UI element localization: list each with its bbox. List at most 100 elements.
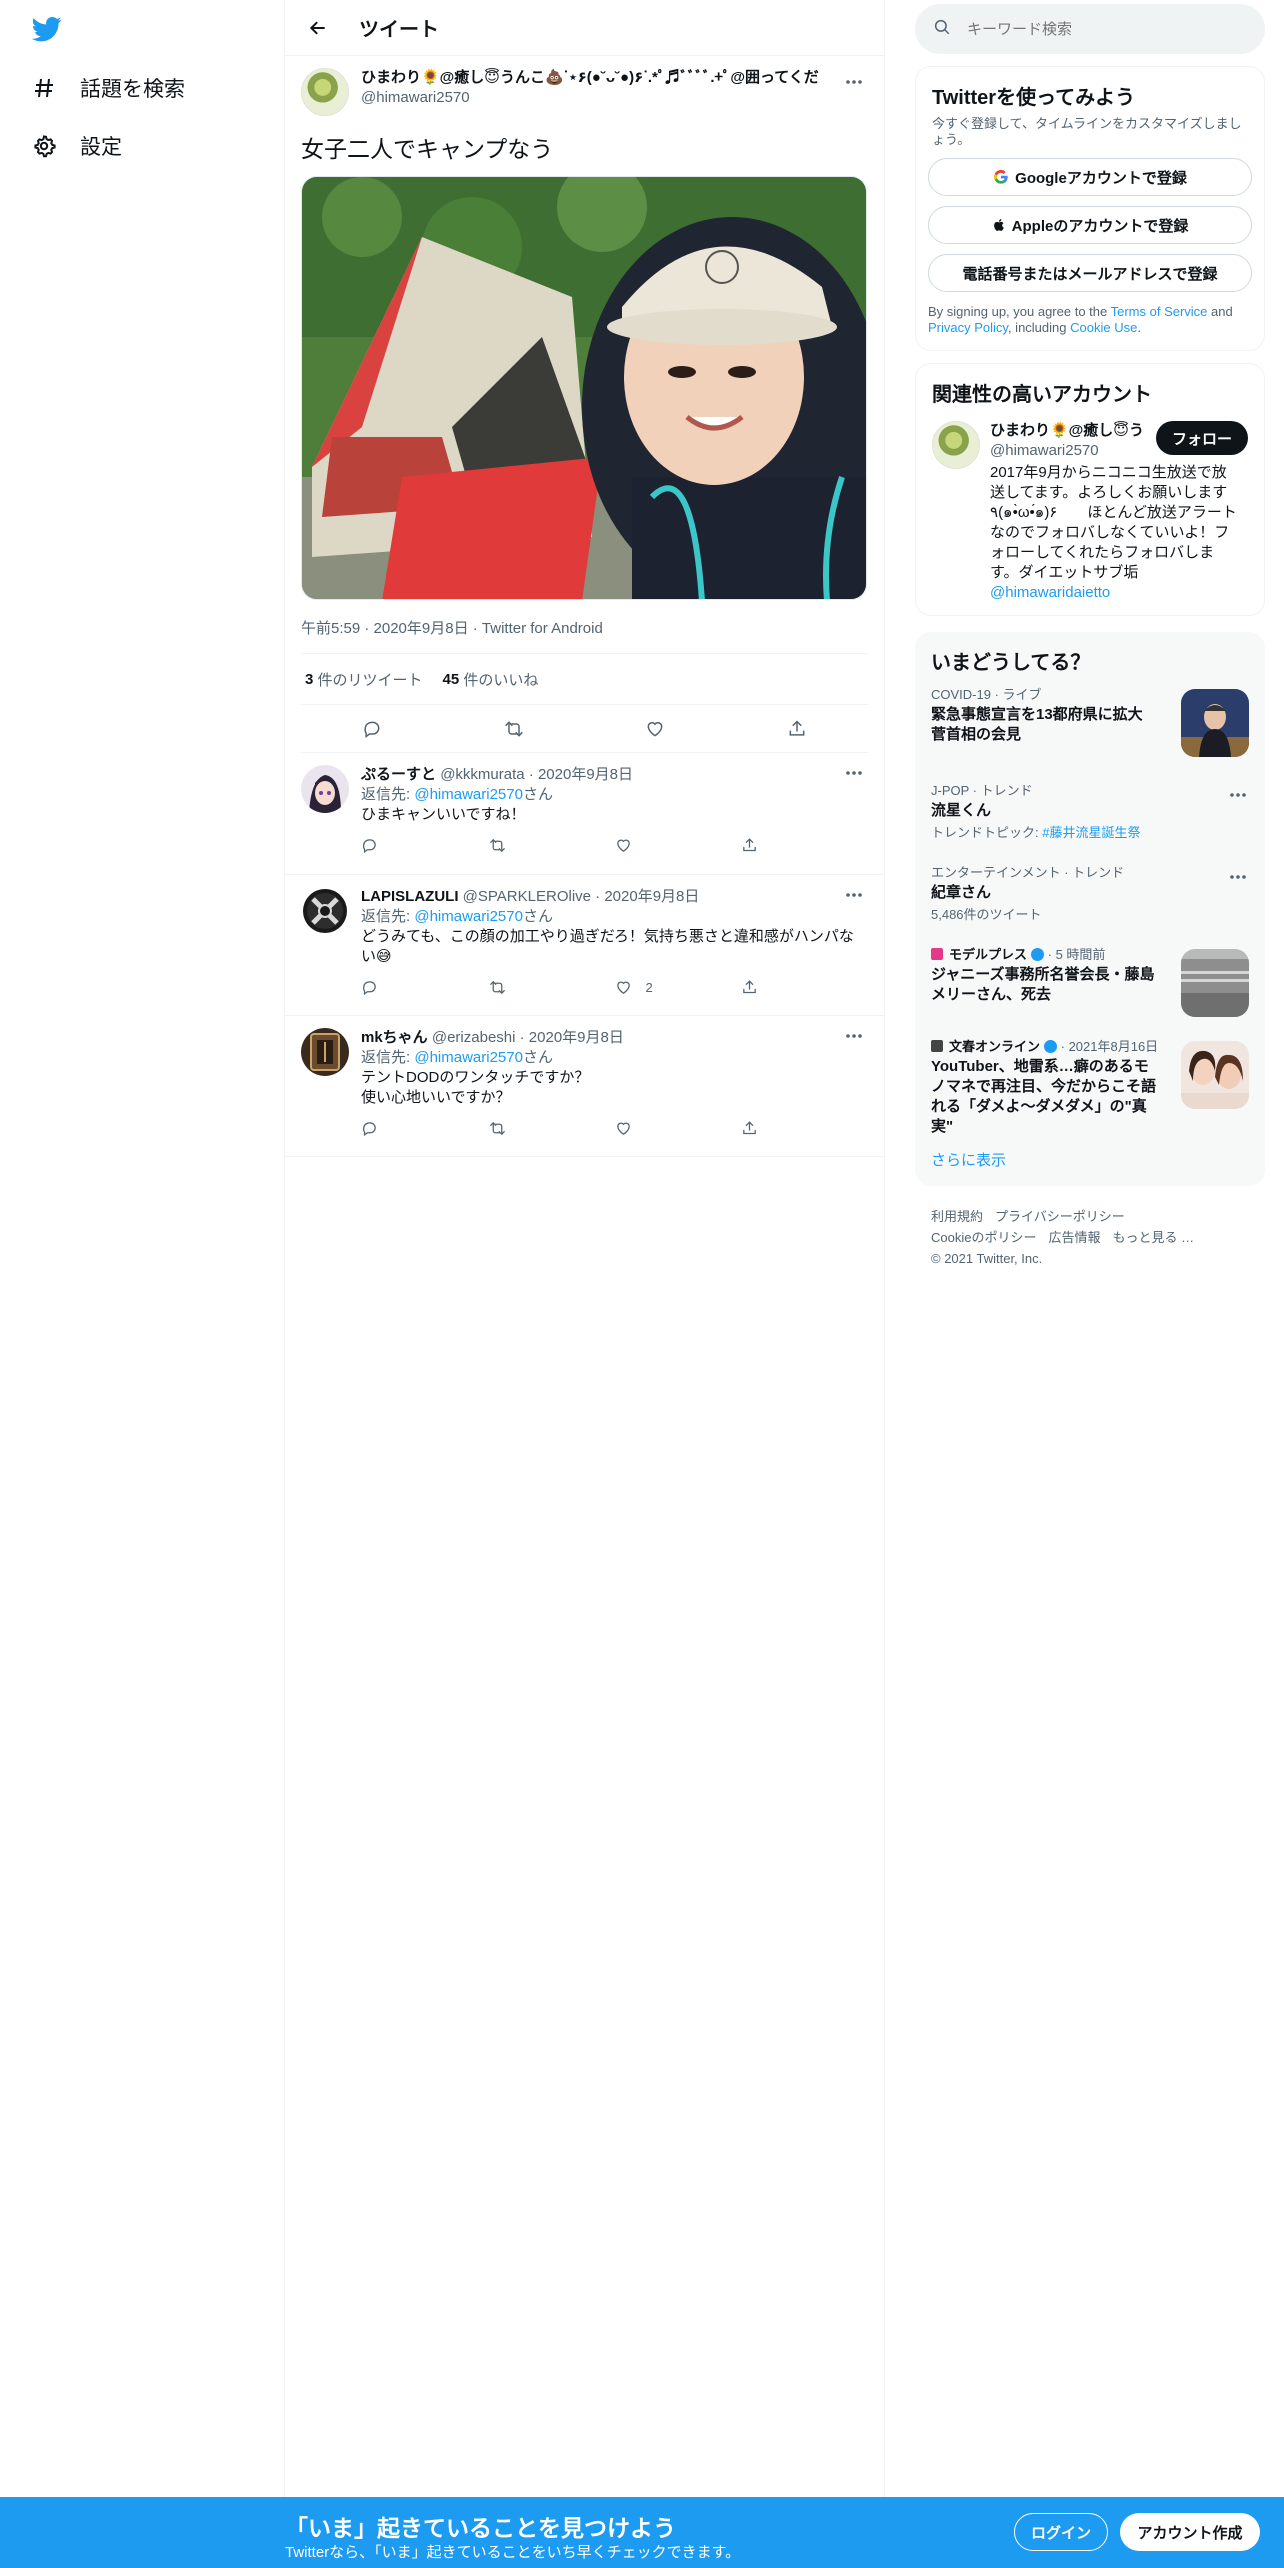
share-icon[interactable] bbox=[780, 712, 814, 746]
trend-topic-prefix: トレンドトピック: bbox=[931, 825, 1043, 840]
more-icon[interactable] bbox=[1229, 867, 1249, 883]
like-count[interactable]: 45 bbox=[443, 671, 460, 688]
trend-context: エンターテインメント · トレンド bbox=[931, 865, 1125, 880]
footer-cookie-link[interactable]: Cookieのポリシー bbox=[931, 1230, 1036, 1245]
tweet-timestamp[interactable]: 午前5:59 · 2020年9月8日 · Twitter for Android bbox=[301, 617, 868, 637]
search-box[interactable] bbox=[915, 4, 1265, 54]
news-source: モデルプレス bbox=[949, 947, 1028, 962]
bunshun-icon bbox=[931, 1040, 943, 1052]
main-tweet: ひまわり🌻@癒し😇うんこ💩ᐝ⋆۶(●˘ᴗ˘●)۶ᐝ.*ﾟ♬ﾞﾞﾞﾞ.+ﾟ@囲って… bbox=[285, 56, 884, 753]
like-icon[interactable] bbox=[615, 1120, 742, 1137]
retweet-icon[interactable] bbox=[497, 712, 531, 746]
related-account-bio: 2017年9月からニコニコ生放送で放送してます。よろしくお願いします٩(๑•̀ω… bbox=[990, 463, 1238, 603]
more-icon[interactable] bbox=[840, 763, 868, 783]
more-icon[interactable] bbox=[840, 1026, 868, 1046]
footer-ads-link[interactable]: 広告情報 bbox=[1048, 1230, 1100, 1245]
retweet-count[interactable]: 3 bbox=[305, 671, 313, 688]
reply-icon[interactable] bbox=[361, 979, 488, 996]
like-icon[interactable] bbox=[615, 837, 742, 854]
news-item[interactable]: モデルプレス · 5 時間前 ジャニーズ事務所名誉会長・藤島メリーさん、死去 bbox=[915, 935, 1265, 1027]
google-signup-button[interactable]: Googleアカウントで登録 bbox=[928, 158, 1252, 196]
reply-tweet[interactable]: ぷるーすと @kkkmurata · 2020年9月8日 返信先: @himaw… bbox=[285, 753, 884, 875]
retweet-count-label[interactable]: 件のリツイート bbox=[318, 669, 423, 690]
reply-author-handle[interactable]: @SPARKLEROlive bbox=[463, 888, 591, 905]
retweet-icon[interactable] bbox=[488, 1120, 615, 1137]
reply-to-prefix: 返信先: bbox=[361, 786, 415, 803]
more-icon[interactable] bbox=[1229, 785, 1249, 801]
footer-more-link[interactable]: もっと見る … bbox=[1112, 1230, 1194, 1245]
reply-icon[interactable] bbox=[355, 712, 389, 746]
more-icon[interactable] bbox=[840, 72, 868, 92]
avatar[interactable] bbox=[932, 421, 980, 469]
reply-date[interactable]: · 2020年9月8日 bbox=[595, 888, 699, 905]
privacy-link[interactable]: Privacy Policy bbox=[928, 320, 1008, 335]
reply-date[interactable]: · 2020年9月8日 bbox=[529, 766, 633, 783]
nav-settings[interactable]: 設定 bbox=[30, 126, 122, 166]
retweet-icon[interactable] bbox=[488, 979, 615, 996]
reply-to-link[interactable]: @himawari2570 bbox=[414, 786, 523, 803]
reply-tweet[interactable]: LAPISLAZULI @SPARKLEROlive · 2020年9月8日 返… bbox=[285, 875, 884, 1016]
follow-button[interactable]: フォロー bbox=[1156, 421, 1248, 455]
trend-title: 流星くん bbox=[931, 802, 992, 819]
trend-item[interactable]: COVID-19 · ライブ 緊急事態宣言を13都府県に拡大 菅首相の会見 bbox=[915, 675, 1265, 771]
reply-author-name[interactable]: LAPISLAZULI bbox=[361, 888, 459, 905]
related-account[interactable]: ひまわり🌻@癒し😇うんこ @himawari2570 2017年9月からニコニコ… bbox=[916, 407, 1264, 603]
reply-icon[interactable] bbox=[361, 1120, 488, 1137]
phone-email-signup-button[interactable]: 電話番号またはメールアドレスで登録 bbox=[928, 254, 1252, 292]
reply-author-name[interactable]: ぷるーすと bbox=[361, 766, 436, 783]
bio-link[interactable]: @himawaridaietto bbox=[990, 584, 1110, 601]
signup-title: Twitterを使ってみよう bbox=[932, 87, 1136, 109]
more-icon[interactable] bbox=[840, 885, 868, 905]
reply-to-link[interactable]: @himawari2570 bbox=[414, 908, 523, 925]
search-input[interactable] bbox=[967, 20, 1227, 38]
create-account-button[interactable]: アカウント作成 bbox=[1120, 2513, 1260, 2551]
tweet-photo[interactable] bbox=[301, 176, 867, 600]
reply-to-prefix: 返信先: bbox=[361, 1049, 415, 1066]
avatar[interactable] bbox=[301, 887, 349, 935]
avatar[interactable] bbox=[301, 1028, 349, 1076]
author-name[interactable]: ひまわり🌻@癒し😇うんこ💩ᐝ⋆۶(●˘ᴗ˘●)۶ᐝ.*ﾟ♬ﾞﾞﾞﾞ.+ﾟ@囲って… bbox=[361, 68, 831, 88]
reply-author-handle[interactable]: @erizabeshi bbox=[432, 1029, 516, 1046]
like-count-label[interactable]: 件のいいね bbox=[463, 669, 538, 690]
like-icon[interactable]: 2 bbox=[615, 979, 742, 996]
trend-topic-link[interactable]: #藤井流星誕生祭 bbox=[1042, 825, 1140, 840]
signup-subtitle: 今すぐ登録して、タイムラインをカスタマイズしましょう。 bbox=[932, 116, 1242, 147]
reply-icon[interactable] bbox=[361, 837, 488, 854]
trend-item[interactable]: J-POP · トレンド 流星くん トレンドトピック: #藤井流星誕生祭 bbox=[915, 771, 1265, 853]
share-icon[interactable] bbox=[741, 1120, 868, 1137]
avatar[interactable] bbox=[301, 68, 349, 116]
google-icon bbox=[993, 169, 1009, 185]
hashtag-icon bbox=[30, 74, 58, 102]
cookie-link[interactable]: Cookie Use bbox=[1070, 320, 1137, 335]
share-icon[interactable] bbox=[741, 979, 868, 996]
related-accounts-card: 関連性の高いアカウント ひまわり🌻@癒し😇うんこ @himawari2570 2… bbox=[915, 363, 1265, 616]
reply-tweet[interactable]: mkちゃん @erizabeshi · 2020年9月8日 返信先: @hima… bbox=[285, 1016, 884, 1157]
right-sidebar: Twitterを使ってみよう 今すぐ登録して、タイムラインをカスタマイズしましょ… bbox=[915, 0, 1265, 1289]
reply-to-link[interactable]: @himawari2570 bbox=[414, 1049, 523, 1066]
twitter-logo-icon[interactable] bbox=[30, 14, 66, 46]
reply-to-suffix: さん bbox=[522, 908, 553, 925]
reply-date[interactable]: · 2020年9月8日 bbox=[520, 1029, 624, 1046]
reply-author-name[interactable]: mkちゃん bbox=[361, 1029, 428, 1046]
related-account-name[interactable]: ひまわり🌻@癒し😇うんこ bbox=[990, 421, 1142, 441]
tos-link[interactable]: Terms of Service bbox=[1111, 304, 1208, 319]
back-arrow-icon[interactable] bbox=[301, 11, 335, 45]
footer-terms-link[interactable]: 利用規約 bbox=[931, 1209, 983, 1224]
like-icon[interactable] bbox=[638, 712, 672, 746]
author-handle[interactable]: @himawari2570 bbox=[361, 88, 831, 108]
reply-to-prefix: 返信先: bbox=[361, 908, 415, 925]
apple-signup-button[interactable]: Appleのアカウントで登録 bbox=[928, 206, 1252, 244]
retweet-icon[interactable] bbox=[488, 837, 615, 854]
news-item[interactable]: 文春オンライン · 2021年8月16日 YouTuber、地雷系…癖のあるモノ… bbox=[915, 1027, 1265, 1135]
trend-topic: トレンドトピック: #藤井流星誕生祭 bbox=[931, 825, 1249, 841]
footer-privacy-link[interactable]: プライバシーポリシー bbox=[995, 1209, 1125, 1224]
trend-item[interactable]: エンターテインメント · トレンド 紀章さん 5,486件のツイート bbox=[915, 853, 1265, 935]
avatar[interactable] bbox=[301, 765, 349, 813]
nav-explore[interactable]: 話題を検索 bbox=[30, 68, 185, 108]
nav-settings-label: 設定 bbox=[80, 136, 122, 159]
share-icon[interactable] bbox=[741, 837, 868, 854]
trend-title: 紀章さん bbox=[931, 884, 992, 901]
phone-signup-label: 電話番号またはメールアドレスで登録 bbox=[962, 265, 1218, 283]
login-button[interactable]: ログイン bbox=[1014, 2513, 1108, 2551]
reply-author-handle[interactable]: @kkkmurata bbox=[440, 766, 524, 783]
